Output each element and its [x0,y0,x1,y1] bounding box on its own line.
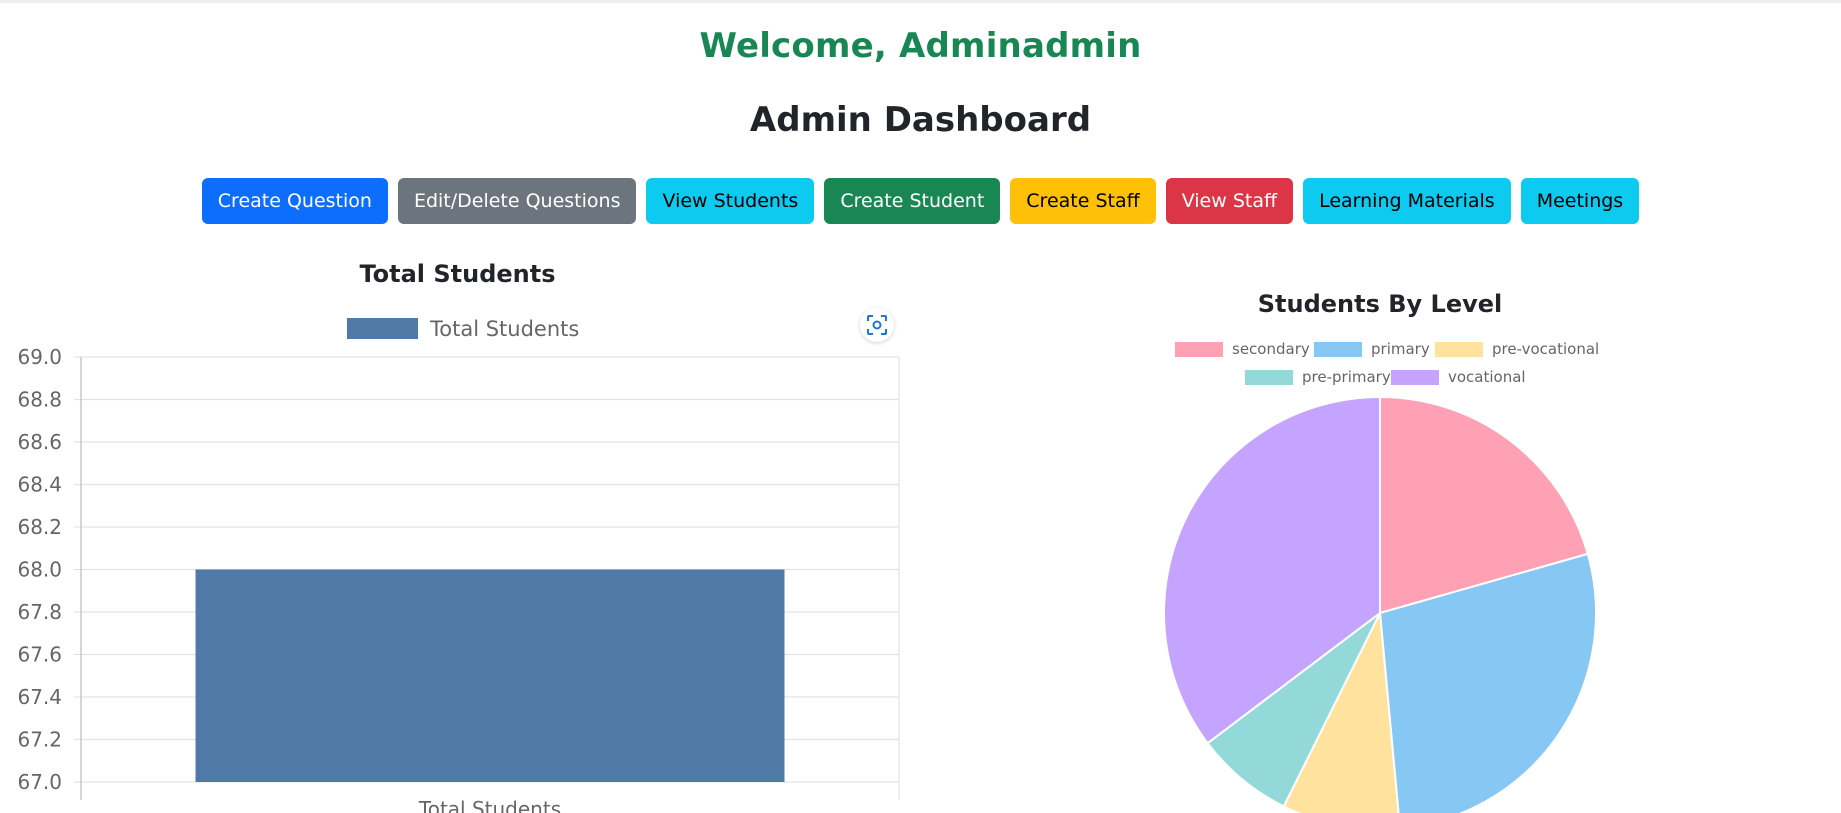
y-tick-label: 67.6 [17,643,62,667]
bar-legend-label: Total Students [429,317,579,341]
y-tick-label: 69.0 [17,345,62,369]
y-tick-label: 67.2 [17,728,62,752]
y-tick-label: 68.0 [17,558,62,582]
pie-legend-label: primary [1371,340,1430,358]
pie-legend-label: vocational [1448,368,1526,386]
bar-legend-swatch [347,318,418,339]
zoom-reset-icon [867,315,887,335]
charts-canvas: Total Students 69.0 68.8 68.6 68.4 68.2 68.0 67… [17,317,1599,813]
pie-legend-label: pre-primary [1302,368,1391,386]
pie-legend-swatch [1314,342,1362,357]
y-tick-label: 67.4 [17,685,62,709]
y-tick-label: 68.8 [17,388,62,412]
pie-legend-label: pre-vocational [1492,340,1599,358]
zoom-reset-button[interactable] [860,308,894,342]
y-tick-label: 67.8 [17,600,62,624]
pie-legend-swatch [1435,342,1483,357]
y-tick-label: 68.4 [17,473,62,497]
bar-total-students [195,569,785,782]
x-tick-label: Total Students [418,797,561,813]
y-tick-label: 68.2 [17,515,62,539]
y-tick-label: 68.6 [17,430,62,454]
y-tick-label: 67.0 [17,770,62,794]
pie-legend-label: secondary [1232,340,1310,358]
pie-legend-swatch [1245,370,1293,385]
pie-legend-swatch [1391,370,1439,385]
pie-legend-swatch [1175,342,1223,357]
